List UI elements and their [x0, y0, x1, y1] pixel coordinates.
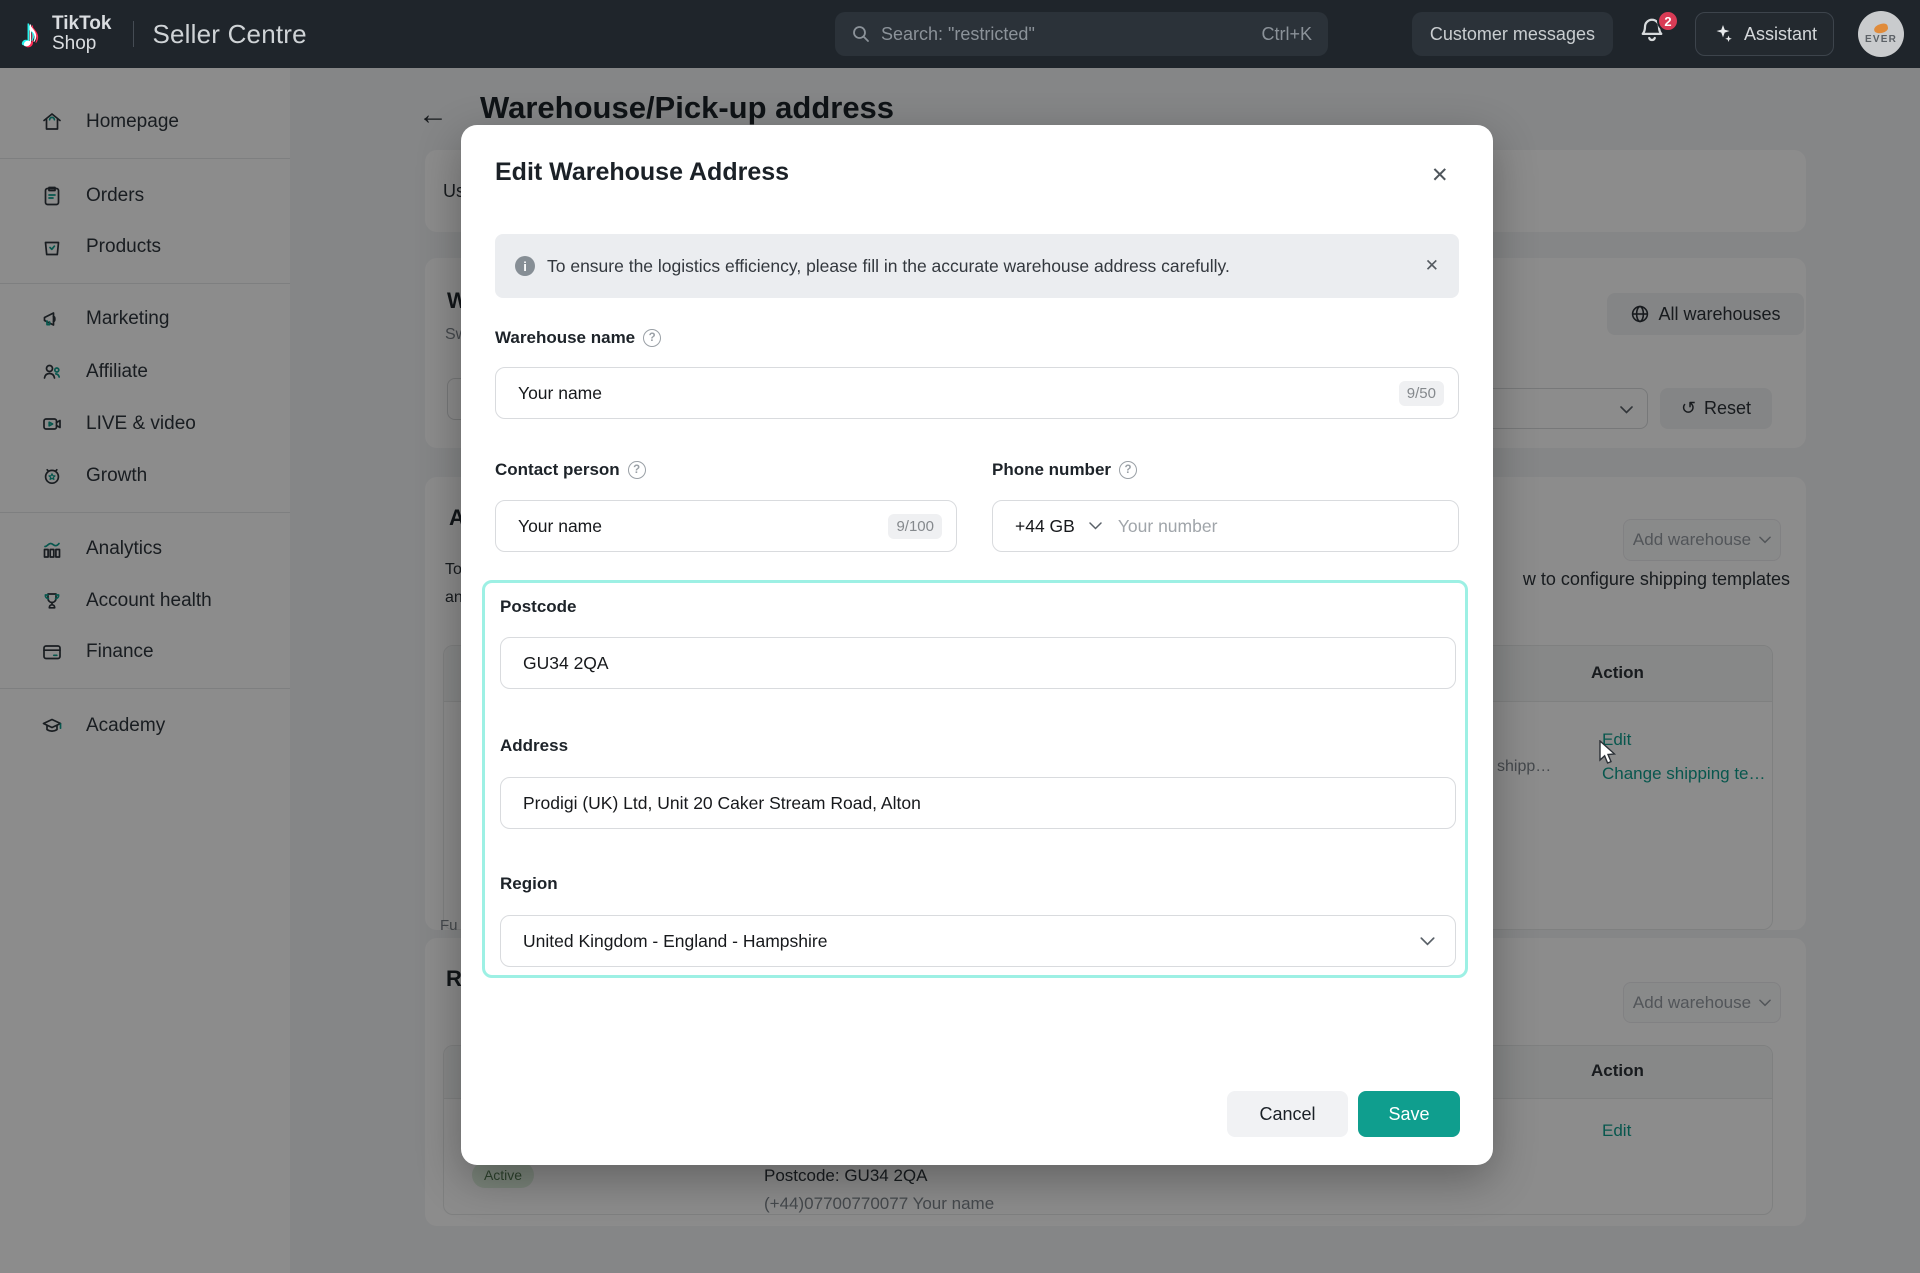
phone-number-input[interactable] — [1118, 516, 1444, 537]
search-input[interactable]: Search: "restricted" Ctrl+K — [835, 12, 1328, 56]
contact-person-field: 9/100 — [495, 500, 957, 552]
region-select[interactable]: United Kingdom - England - Hampshire — [500, 915, 1456, 967]
brand-line1: TikTok — [52, 14, 111, 34]
sparkle-icon — [1712, 22, 1736, 46]
notifications-button[interactable]: 2 — [1637, 14, 1671, 54]
assistant-label: Assistant — [1744, 24, 1817, 45]
screen: ♪ TikTok Shop Seller Centre Search: "res… — [0, 0, 1920, 1273]
seller-centre-title: Seller Centre — [152, 19, 306, 50]
avatar-text: EVER — [1865, 34, 1897, 45]
search-icon — [851, 24, 871, 44]
mouse-cursor — [1598, 740, 1622, 766]
postcode-input[interactable] — [523, 653, 1441, 674]
country-code-select[interactable]: +44 GB — [1015, 516, 1075, 537]
phone-number-field: +44 GB — [992, 500, 1459, 552]
warehouse-name-label-text: Warehouse name — [495, 328, 635, 348]
tiktok-shop-logo[interactable]: ♪ TikTok Shop — [20, 14, 111, 54]
notification-badge: 2 — [1657, 10, 1679, 32]
region-value: United Kingdom - England - Hampshire — [523, 931, 1420, 952]
contact-person-label-text: Contact person — [495, 460, 620, 480]
address-highlight-group: Postcode Address Region United Kingdom -… — [482, 580, 1468, 978]
customer-messages-label: Customer messages — [1430, 24, 1595, 45]
help-icon[interactable]: ? — [1119, 461, 1137, 479]
warehouse-name-counter: 9/50 — [1399, 381, 1444, 406]
topbar: ♪ TikTok Shop Seller Centre Search: "res… — [0, 0, 1920, 68]
brand-text: TikTok Shop — [52, 14, 111, 54]
tiktok-note-icon: ♪ — [20, 14, 40, 54]
banner-close-icon[interactable]: ✕ — [1425, 256, 1439, 276]
info-icon: i — [515, 256, 535, 276]
address-input[interactable] — [523, 793, 1441, 814]
postcode-field — [500, 637, 1456, 689]
contact-person-label: Contact person ? — [495, 460, 646, 480]
modal-title: Edit Warehouse Address — [495, 158, 789, 187]
brand-line2: Shop — [52, 34, 111, 54]
phone-number-label: Phone number ? — [992, 460, 1137, 480]
warehouse-name-input[interactable] — [518, 383, 1399, 404]
contact-person-counter: 9/100 — [888, 514, 942, 539]
address-field — [500, 777, 1456, 829]
search-shortcut: Ctrl+K — [1261, 24, 1312, 45]
modal-info-banner: i To ensure the logistics efficiency, pl… — [495, 234, 1459, 298]
edit-warehouse-address-modal: Edit Warehouse Address ✕ i To ensure the… — [461, 125, 1493, 1165]
avatar-logo-icon — [1873, 22, 1889, 34]
cancel-button[interactable]: Cancel — [1227, 1091, 1348, 1137]
topbar-divider — [133, 21, 134, 47]
account-avatar[interactable]: EVER — [1858, 11, 1904, 57]
assistant-button[interactable]: Assistant — [1695, 12, 1834, 56]
customer-messages-button[interactable]: Customer messages — [1412, 12, 1613, 56]
help-icon[interactable]: ? — [643, 329, 661, 347]
region-label: Region — [500, 874, 558, 894]
postcode-label: Postcode — [500, 597, 577, 617]
info-banner-text: To ensure the logistics efficiency, plea… — [547, 256, 1413, 277]
warehouse-name-field: 9/50 — [495, 367, 1459, 419]
topbar-right: Customer messages 2 Assistant EVER — [1412, 12, 1904, 56]
phone-number-label-text: Phone number — [992, 460, 1111, 480]
contact-person-input[interactable] — [518, 516, 888, 537]
address-label: Address — [500, 736, 568, 756]
save-button[interactable]: Save — [1358, 1091, 1460, 1137]
search-placeholder: Search: "restricted" — [881, 24, 1251, 45]
help-icon[interactable]: ? — [628, 461, 646, 479]
chevron-down-icon[interactable] — [1089, 522, 1102, 530]
chevron-down-icon — [1420, 937, 1435, 946]
modal-close-icon[interactable]: ✕ — [1431, 163, 1449, 188]
warehouse-name-label: Warehouse name ? — [495, 328, 661, 348]
